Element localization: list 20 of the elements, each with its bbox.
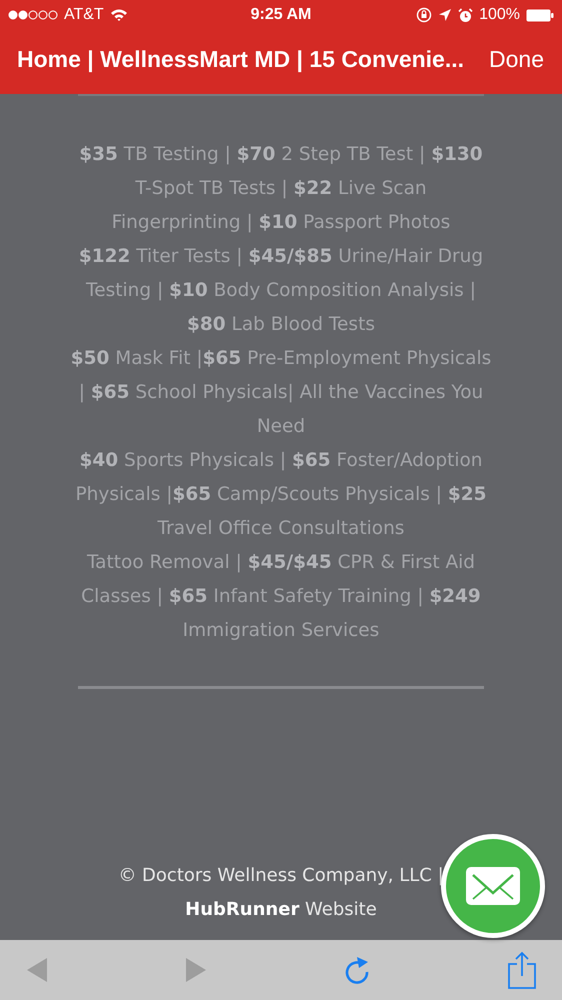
signal-icon (8, 10, 58, 20)
envelope-icon (465, 866, 521, 906)
copyright-text: © Doctors Wellness Company, LLC | HubRunner Website (117, 864, 445, 922)
done-button[interactable]: Done (489, 46, 544, 72)
service-price-list: $50 Mask Fit |$65 Pre-Employment Physicals | $65 School Physicals| All the Vaccines You Need (69, 342, 493, 444)
service-price-list: $122 Titer Tests | $45/$85 Urine/Hair Drug Testing | $10 Body Composition Analysis | $80 Lab Blood Tests (69, 240, 493, 342)
location-arrow-icon (438, 8, 452, 22)
service-price-list: $40 Sports Physicals | $65 Foster/Adoption Physicals |$65 Camp/Scouts Physicals | $25 Travel Office Consultations (69, 444, 493, 546)
service-price-list: Tattoo Removal | $45/$45 CPR & First Aid Classes | $65 Infant Safety Training | $249 Immigration Services (69, 546, 493, 648)
battery-percent: 100% (479, 6, 520, 24)
wifi-icon (110, 8, 128, 22)
share-button[interactable] (508, 951, 536, 989)
page-title: Home | WellnessMart MD | 15 Convenie... (17, 46, 464, 72)
reload-button[interactable] (343, 955, 372, 985)
rotation-lock-icon (416, 7, 432, 23)
alarm-clock-icon (458, 8, 474, 22)
battery-icon (526, 8, 554, 22)
carrier-name: AT&T (64, 6, 104, 24)
service-price-list: $35 TB Testing | $70 2 Step TB Test | $130 T-Spot TB Tests | $22 Live Scan Fingerprinting | $10 Passport Photos (69, 138, 493, 240)
status-time: 9:25 AM (250, 6, 312, 24)
